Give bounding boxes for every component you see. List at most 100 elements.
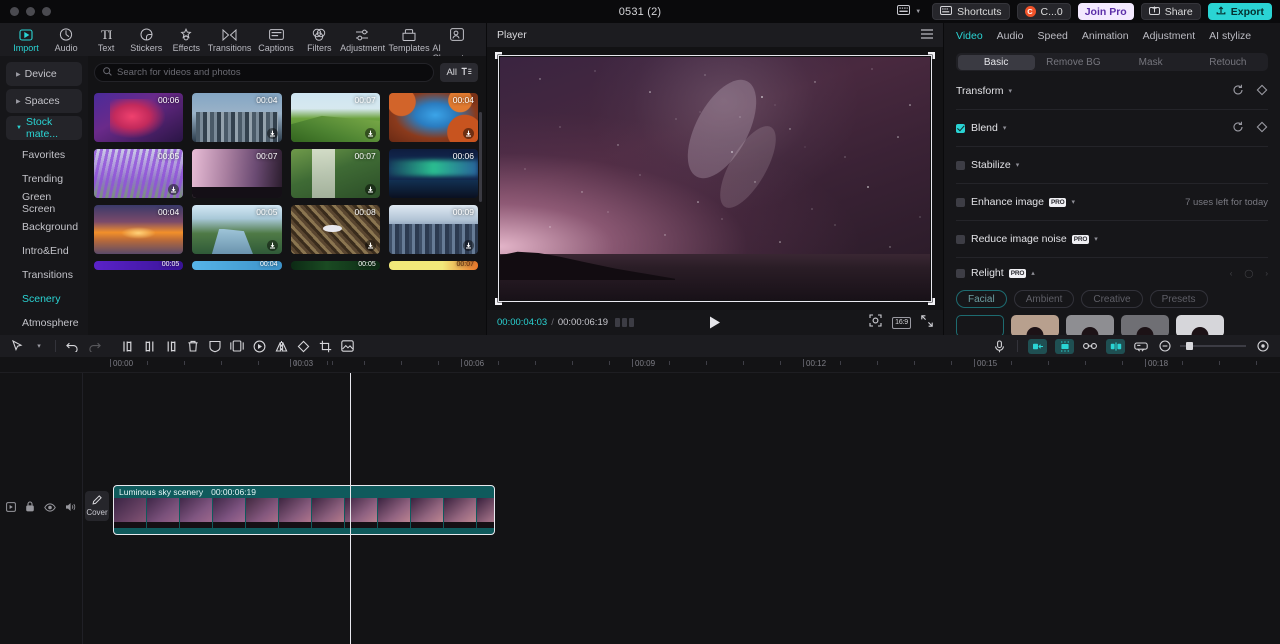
cover-button[interactable]: Cover xyxy=(85,491,109,521)
tab-adjustment[interactable]: Adjustment xyxy=(339,24,385,53)
preview-render-button[interactable] xyxy=(1130,337,1152,355)
segment-mask[interactable]: Mask xyxy=(1112,55,1189,70)
property-row-stabilize[interactable]: Stabilize ▾ xyxy=(956,147,1268,184)
zoom-fit-button[interactable] xyxy=(1252,337,1274,355)
hamburger-menu-icon[interactable] xyxy=(921,29,933,42)
property-row-relight[interactable]: Relight PRO ▴ ‹ ◯ › xyxy=(956,258,1268,288)
tab-filters[interactable]: Filters xyxy=(299,24,339,53)
sidebar-item-atmosphere[interactable]: Atmosphere xyxy=(6,311,82,335)
chip-facial[interactable]: Facial xyxy=(956,290,1007,308)
timeline-zoom-slider[interactable] xyxy=(1180,345,1246,347)
download-icon[interactable] xyxy=(365,128,376,139)
resize-handle-top-right[interactable] xyxy=(928,52,935,59)
split-left-button[interactable] xyxy=(116,337,138,355)
property-row-blend[interactable]: Blend ▾ xyxy=(956,110,1268,147)
relight-preset-4[interactable] xyxy=(1176,315,1224,335)
reset-icon[interactable] xyxy=(1232,121,1244,136)
shortcuts-button[interactable]: Shortcuts xyxy=(932,3,1009,20)
download-icon[interactable] xyxy=(365,184,376,195)
resize-handle-bottom-right[interactable] xyxy=(928,298,935,305)
zoom-slider-knob[interactable] xyxy=(1186,342,1193,350)
relight-checkbox[interactable] xyxy=(956,269,965,278)
media-item[interactable]: 00:07 xyxy=(291,93,380,142)
tab-import[interactable]: Import xyxy=(6,24,46,53)
property-row-enhance-image[interactable]: Enhance image PRO ▾ 7 uses left for toda… xyxy=(956,184,1268,221)
redo-button[interactable] xyxy=(83,337,105,355)
freeze-frame-button[interactable] xyxy=(248,337,270,355)
tab-captions[interactable]: Captions xyxy=(253,24,299,53)
media-item[interactable]: 00:08 xyxy=(291,205,380,254)
sidebar-item-device[interactable]: ▶ Device xyxy=(6,62,82,86)
timeline-tracks[interactable]: Cover Luminous sky scenery 00:00:06:19 xyxy=(0,373,1280,644)
chevron-down-icon[interactable]: ▾ xyxy=(1071,198,1075,206)
tab-speed[interactable]: Speed xyxy=(1038,30,1068,42)
media-item[interactable]: 00:04 xyxy=(389,93,478,142)
tab-ai-stylize[interactable]: AI stylize xyxy=(1209,30,1251,42)
fit-to-screen-icon[interactable] xyxy=(869,314,882,332)
track-thumbnail-toggle[interactable] xyxy=(6,499,16,517)
split-button[interactable] xyxy=(138,337,160,355)
relight-preset-3[interactable] xyxy=(1121,315,1169,335)
link-clips-button[interactable] xyxy=(1079,337,1101,355)
sidebar-item-green-screen[interactable]: Green Screen xyxy=(6,191,82,215)
sidebar-item-scenery[interactable]: Scenery xyxy=(6,287,82,311)
relight-preset-2[interactable] xyxy=(1066,315,1114,335)
chevron-up-icon[interactable]: ▴ xyxy=(1031,269,1035,277)
relight-preset-none[interactable] xyxy=(956,315,1004,335)
trim-start-button[interactable] xyxy=(1028,339,1047,354)
zoom-slider-track[interactable] xyxy=(1180,345,1246,347)
media-item[interactable]: 00:07 xyxy=(192,149,281,198)
replace-button[interactable] xyxy=(336,337,358,355)
split-clip-button[interactable] xyxy=(1106,339,1125,354)
chevron-down-icon[interactable]: ▾ xyxy=(1016,161,1020,169)
chip-presets[interactable]: Presets xyxy=(1150,290,1208,308)
fullscreen-icon[interactable] xyxy=(921,314,933,332)
media-item[interactable]: 00:07 xyxy=(291,149,380,198)
tab-audio[interactable]: Audio xyxy=(997,30,1024,42)
crop-button[interactable] xyxy=(314,337,336,355)
lock-icon[interactable] xyxy=(25,499,35,517)
chevron-right-icon[interactable]: › xyxy=(1265,269,1268,278)
search-input[interactable]: Search for videos and photos xyxy=(94,63,434,82)
media-item[interactable]: 00:05 xyxy=(192,205,281,254)
media-item[interactable]: 00:05 xyxy=(291,261,380,270)
auto-cut-button[interactable] xyxy=(1055,339,1074,354)
delete-button[interactable] xyxy=(182,337,204,355)
tab-animation[interactable]: Animation xyxy=(1082,30,1129,42)
sidebar-item-background[interactable]: Background xyxy=(6,215,82,239)
media-item[interactable]: 00:05 xyxy=(94,149,183,198)
export-button[interactable]: Export xyxy=(1208,3,1272,20)
chevron-down-icon[interactable]: ▾ xyxy=(1094,235,1098,243)
reduce-noise-checkbox[interactable] xyxy=(956,235,965,244)
property-row-transform[interactable]: Transform ▾ xyxy=(956,73,1268,110)
chip-creative[interactable]: Creative xyxy=(1081,290,1142,308)
media-item[interactable]: 00:06 xyxy=(389,149,478,198)
segment-remove-bg[interactable]: Remove BG xyxy=(1035,55,1112,70)
download-icon[interactable] xyxy=(365,240,376,251)
select-tool-dropdown[interactable]: ▾ xyxy=(28,337,50,355)
tab-stickers[interactable]: Stickers xyxy=(126,24,166,53)
frame-indicator-icon[interactable] xyxy=(615,318,634,327)
media-item[interactable]: 00:04 xyxy=(192,261,281,270)
filter-all-button[interactable]: All xyxy=(440,63,478,82)
tab-video[interactable]: Video xyxy=(956,30,983,42)
video-preview[interactable] xyxy=(500,57,930,300)
picture-in-picture-button[interactable] xyxy=(226,337,248,355)
sidebar-item-favorites[interactable]: Favorites xyxy=(6,143,82,167)
chevron-left-icon[interactable]: ‹ xyxy=(1230,269,1233,278)
media-item[interactable]: 00:09 xyxy=(389,205,478,254)
account-button[interactable]: C C...0 xyxy=(1017,3,1071,20)
download-icon[interactable] xyxy=(267,240,278,251)
sidebar-item-transitions[interactable]: Transitions xyxy=(6,263,82,287)
zoom-out-button[interactable] xyxy=(1154,337,1176,355)
segment-retouch[interactable]: Retouch xyxy=(1189,55,1266,70)
media-grid[interactable]: 00:06 00:04 00:07 xyxy=(94,88,482,335)
media-item[interactable]: 00:07 xyxy=(389,261,478,270)
timeline-clip[interactable]: Luminous sky scenery 00:00:06:19 xyxy=(113,485,495,535)
tab-transitions[interactable]: Transitions xyxy=(206,24,252,53)
segment-basic[interactable]: Basic xyxy=(958,55,1035,70)
tab-audio[interactable]: Audio xyxy=(46,24,86,53)
record-voiceover-button[interactable] xyxy=(988,337,1010,355)
sidebar-item-stock-materials[interactable]: ▼ Stock mate... xyxy=(6,116,82,140)
keyframe-diamond-icon[interactable] xyxy=(1256,84,1268,99)
